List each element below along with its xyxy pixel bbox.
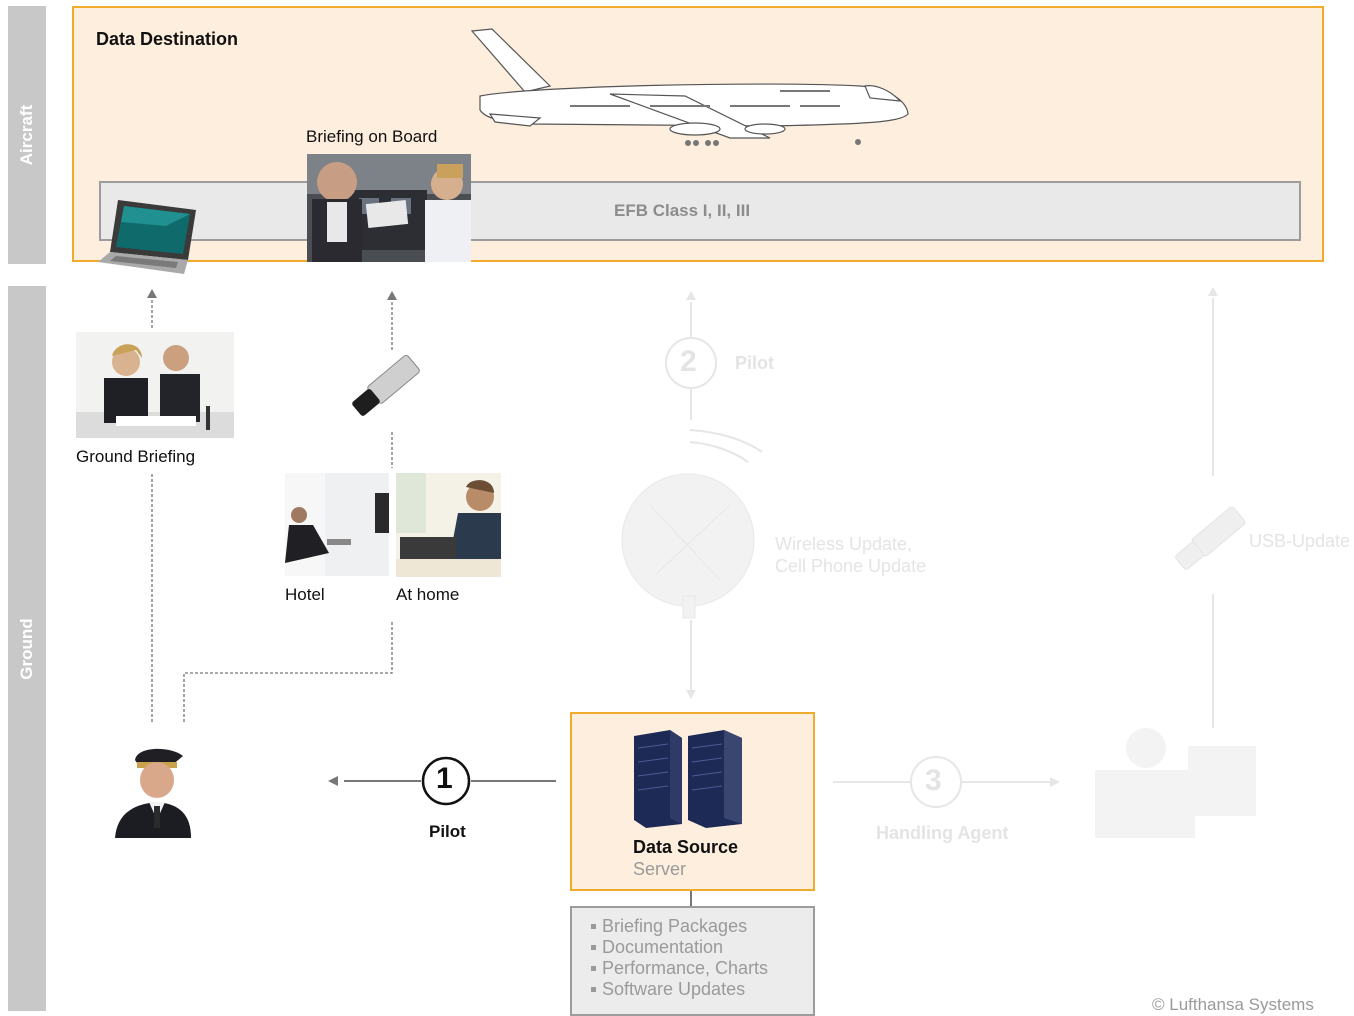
data-source-title: Data Source	[633, 837, 739, 857]
data-source-subtitle: Server	[633, 859, 687, 879]
wireless-update-line2: Cell Phone Update	[775, 556, 927, 576]
route1-label: Pilot	[429, 822, 466, 841]
list-item: Documentation	[591, 937, 813, 958]
list-item: Software Updates	[591, 979, 813, 1000]
list-item: Performance, Charts	[591, 958, 813, 979]
pilot-portrait	[115, 748, 191, 838]
copyright: © Lufthansa Systems	[1152, 995, 1314, 1014]
wireless-update-line1: Wireless Update,	[775, 534, 913, 554]
route2-label: Pilot	[735, 353, 774, 373]
server-icon	[634, 730, 742, 828]
list-item: Briefing Packages	[591, 916, 813, 937]
usb-update-label: USB-Update	[1249, 531, 1351, 551]
data-source-list: Briefing Packages Documentation Performa…	[570, 906, 815, 1016]
route1-number: 1	[436, 762, 453, 795]
route3-label: Handling Agent	[876, 823, 1009, 843]
route3-number: 3	[925, 764, 942, 797]
route2-number: 2	[680, 345, 697, 378]
